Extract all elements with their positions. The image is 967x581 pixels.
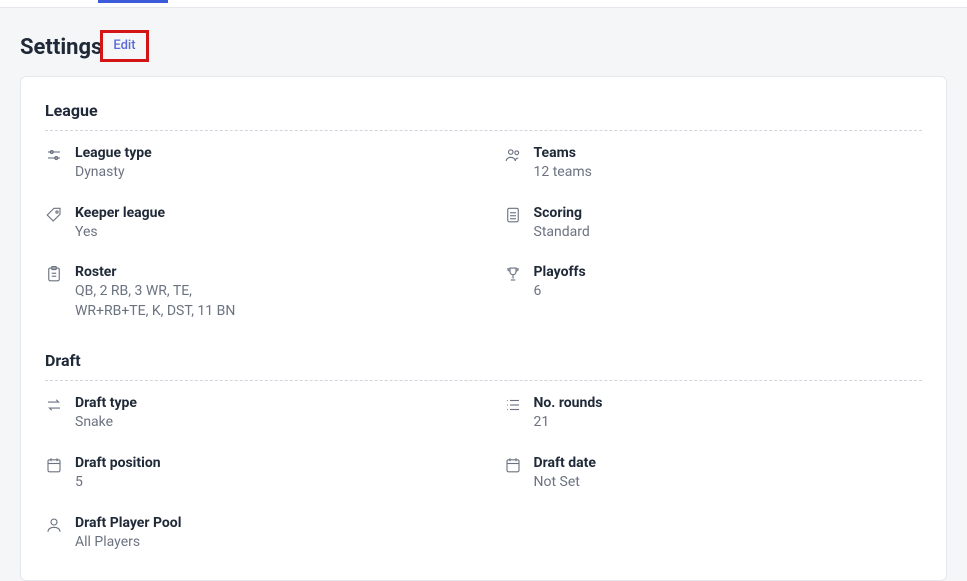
item-league-type: League type Dynasty: [45, 145, 464, 183]
topbar: [0, 0, 967, 8]
value-line1: QB, 2 RB, 3 WR, TE,: [75, 282, 235, 302]
value: Dynasty: [75, 163, 152, 183]
item-teams: Teams 12 teams: [504, 145, 923, 183]
users-icon: [504, 146, 522, 164]
item-rounds: No. rounds 21: [504, 395, 923, 433]
label: Roster: [75, 264, 235, 280]
calendar-icon: [504, 456, 522, 474]
value: Yes: [75, 223, 165, 243]
section-title-league: League: [45, 101, 922, 120]
value: All Players: [75, 533, 181, 553]
label: Draft position: [75, 455, 161, 471]
label: Teams: [534, 145, 592, 161]
item-draft-date: Draft date Not Set: [504, 455, 923, 493]
section-league: League League type Dynasty Tea: [45, 101, 922, 321]
value: Not Set: [534, 473, 596, 493]
value: Snake: [75, 413, 137, 433]
league-grid: League type Dynasty Teams 12 teams: [45, 145, 922, 321]
item-scoring: Scoring Standard: [504, 205, 923, 243]
value: 12 teams: [534, 163, 592, 183]
divider: [45, 380, 922, 381]
label: Draft type: [75, 395, 137, 411]
value: 6: [534, 282, 586, 302]
page-title: Settings: [20, 35, 102, 60]
section-title-draft: Draft: [45, 351, 922, 370]
user-icon: [45, 516, 63, 534]
calculator-icon: [504, 206, 522, 224]
item-draft-type: Draft type Snake: [45, 395, 464, 433]
value: 21: [534, 413, 603, 433]
active-tab-indicator: [98, 0, 168, 3]
trophy-icon: [504, 265, 522, 283]
settings-card: League League type Dynasty Tea: [20, 76, 947, 581]
item-keeper: Keeper league Yes: [45, 205, 464, 243]
draft-grid: Draft type Snake No. rounds 21: [45, 395, 922, 552]
label: League type: [75, 145, 152, 161]
tag-icon: [45, 206, 63, 224]
page-header: Settings Edit: [0, 8, 967, 76]
label: Scoring: [534, 205, 590, 221]
label: Draft date: [534, 455, 596, 471]
value-line2: WR+RB+TE, K, DST, 11 BN: [75, 302, 235, 322]
label: Draft Player Pool: [75, 515, 181, 531]
section-draft: Draft Draft type Snake No. rounds: [45, 351, 922, 552]
list-icon: [504, 396, 522, 414]
swap-icon: [45, 396, 63, 414]
divider: [45, 130, 922, 131]
label: Playoffs: [534, 264, 586, 280]
clipboard-icon: [45, 265, 63, 283]
item-draft-position: Draft position 5: [45, 455, 464, 493]
value: Standard: [534, 223, 590, 243]
label: No. rounds: [534, 395, 603, 411]
item-roster: Roster QB, 2 RB, 3 WR, TE, WR+RB+TE, K, …: [45, 264, 464, 321]
edit-highlight-box: Edit: [100, 30, 148, 62]
calendar-icon: [45, 456, 63, 474]
edit-button[interactable]: Edit: [113, 38, 135, 53]
value: 5: [75, 473, 161, 493]
item-draft-pool: Draft Player Pool All Players: [45, 515, 464, 553]
label: Keeper league: [75, 205, 165, 221]
sliders-icon: [45, 146, 63, 164]
item-playoffs: Playoffs 6: [504, 264, 923, 321]
